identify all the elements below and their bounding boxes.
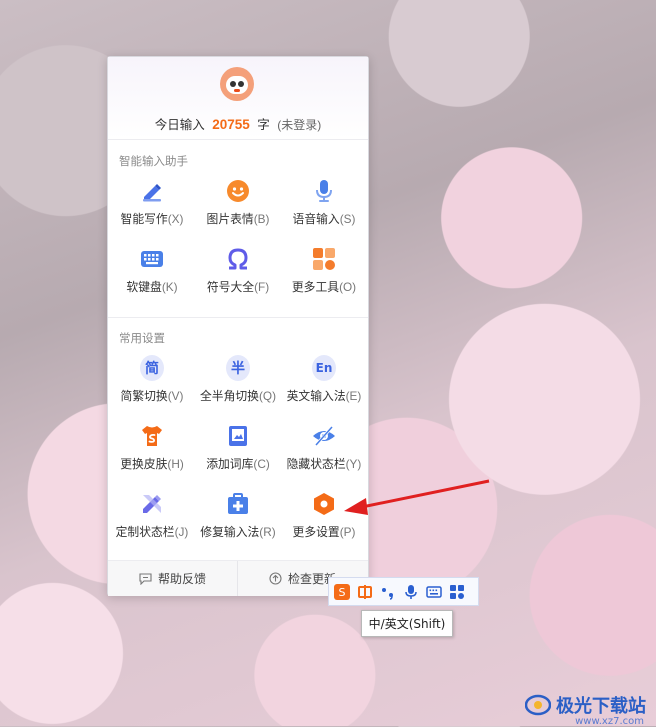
label: 语音输入 xyxy=(292,212,340,226)
label: 软键盘 xyxy=(126,280,162,294)
help-feedback-button[interactable]: 帮助反馈 xyxy=(108,561,237,596)
shortcut: (K) xyxy=(161,280,178,294)
microphone-icon[interactable] xyxy=(400,581,421,602)
watermark-logo-icon xyxy=(525,694,551,716)
help-feedback-label: 帮助反馈 xyxy=(157,572,206,586)
input-method-menu: 今日输入 20755 字 (未登录) 智能输入助手 智能写作(X) 图片表情(B… xyxy=(107,56,369,596)
menu-item-english-input[interactable]: En 英文输入法(E) xyxy=(281,355,367,414)
settings-hexagon-icon xyxy=(312,492,336,516)
shortcut: (P) xyxy=(339,525,356,539)
shortcut: (C) xyxy=(253,457,270,471)
shortcut: (B) xyxy=(253,212,270,226)
label: 符号大全 xyxy=(206,280,255,294)
divider xyxy=(108,317,368,318)
today-prefix: 今日输入 xyxy=(154,118,205,132)
chat-bubble-icon xyxy=(139,572,152,585)
watermark: 极光下载站 www.xz7.com xyxy=(525,692,646,727)
microphone-icon xyxy=(312,179,336,203)
section-title-settings: 常用设置 xyxy=(119,333,165,345)
smiley-icon xyxy=(226,179,250,203)
toolbox-grid-icon[interactable] xyxy=(446,581,467,602)
skin-shirt-icon xyxy=(140,424,164,448)
repair-kit-icon xyxy=(226,492,250,516)
svg-text:S: S xyxy=(338,586,345,599)
menu-item-smart-writing[interactable]: 智能写作(X) xyxy=(109,179,195,237)
simplified-traditional-icon: 简 xyxy=(140,355,164,381)
count-unit: 字 xyxy=(257,118,270,132)
shift-toggle-tooltip: 中/英文(Shift) xyxy=(361,610,453,637)
menu-item-more-tools[interactable]: 更多工具(O) xyxy=(281,247,367,305)
menu-item-repair-input-method[interactable]: 修复输入法(R) xyxy=(195,492,281,550)
dictionary-book-icon xyxy=(226,424,250,448)
avatar[interactable] xyxy=(220,67,254,101)
omega-icon xyxy=(226,247,250,271)
ime-status-bar[interactable]: S xyxy=(328,577,479,606)
menu-item-voice-input[interactable]: 语音输入(S) xyxy=(281,179,367,237)
english-input-icon: En xyxy=(312,355,336,381)
keyboard-icon xyxy=(140,247,164,271)
upload-arrow-icon xyxy=(269,572,282,585)
customize-pencil-icon xyxy=(140,492,164,516)
punctuation-icon[interactable] xyxy=(377,581,398,602)
shortcut: (E) xyxy=(345,389,362,403)
login-status[interactable]: (未登录) xyxy=(277,118,321,132)
label: 英文输入法 xyxy=(286,389,346,403)
label: 更换皮肤 xyxy=(120,457,168,471)
pen-icon xyxy=(140,179,164,203)
shortcut: (R) xyxy=(259,525,276,539)
watermark-text: 极光下载站 xyxy=(556,696,646,717)
label: 添加词库 xyxy=(206,457,254,471)
shortcut: (F) xyxy=(254,280,270,294)
shortcut: (S) xyxy=(339,212,356,226)
label: 图片表情 xyxy=(206,212,254,226)
menu-item-add-dictionary[interactable]: 添加词库(C) xyxy=(195,424,281,482)
label: 更多设置 xyxy=(292,525,340,539)
label: 隐藏状态栏 xyxy=(286,457,346,471)
chinese-english-toggle-icon[interactable] xyxy=(354,581,375,602)
shortcut: (Y) xyxy=(345,457,362,471)
menu-item-more-settings[interactable]: 更多设置(P) xyxy=(281,492,367,550)
shortcut: (Q) xyxy=(258,389,277,403)
today-input-count: 今日输入 20755 字 (未登录) xyxy=(108,114,368,133)
menu-item-change-skin[interactable]: 更换皮肤(H) xyxy=(109,424,195,482)
watermark-url: www.xz7.com xyxy=(575,716,644,727)
shortcut: (J) xyxy=(174,525,189,539)
shortcut: (X) xyxy=(167,212,184,226)
label: 更多工具 xyxy=(291,280,340,294)
label: 简繁切换 xyxy=(120,389,168,403)
menu-item-image-emoji[interactable]: 图片表情(B) xyxy=(195,179,281,237)
ime-logo-icon[interactable]: S xyxy=(331,581,352,602)
menu-item-hide-status-bar[interactable]: 隐藏状态栏(Y) xyxy=(281,424,367,482)
label: 全半角切换 xyxy=(199,389,259,403)
label: 修复输入法 xyxy=(200,525,260,539)
menu-header: 今日输入 20755 字 (未登录) xyxy=(108,57,368,140)
label: 智能写作 xyxy=(120,212,168,226)
shortcut: (O) xyxy=(339,280,357,294)
shortcut: (H) xyxy=(167,457,184,471)
label: 定制状态栏 xyxy=(115,525,175,539)
menu-item-soft-keyboard[interactable]: 软键盘(K) xyxy=(109,247,195,305)
keyboard-icon[interactable] xyxy=(423,581,444,602)
menu-item-customize-status-bar[interactable]: 定制状态栏(J) xyxy=(109,492,195,550)
input-count: 20755 xyxy=(212,117,250,132)
hide-eye-icon xyxy=(312,424,336,448)
tools-grid-icon xyxy=(312,247,336,271)
shortcut: (V) xyxy=(167,389,184,403)
menu-item-symbols[interactable]: 符号大全(F) xyxy=(195,247,281,305)
section-title-assistant: 智能输入助手 xyxy=(119,156,188,168)
full-half-width-icon: 半 xyxy=(226,355,250,381)
menu-item-simplified-traditional[interactable]: 简 简繁切换(V) xyxy=(109,355,195,414)
menu-item-full-half-width[interactable]: 半 全半角切换(Q) xyxy=(195,355,281,414)
